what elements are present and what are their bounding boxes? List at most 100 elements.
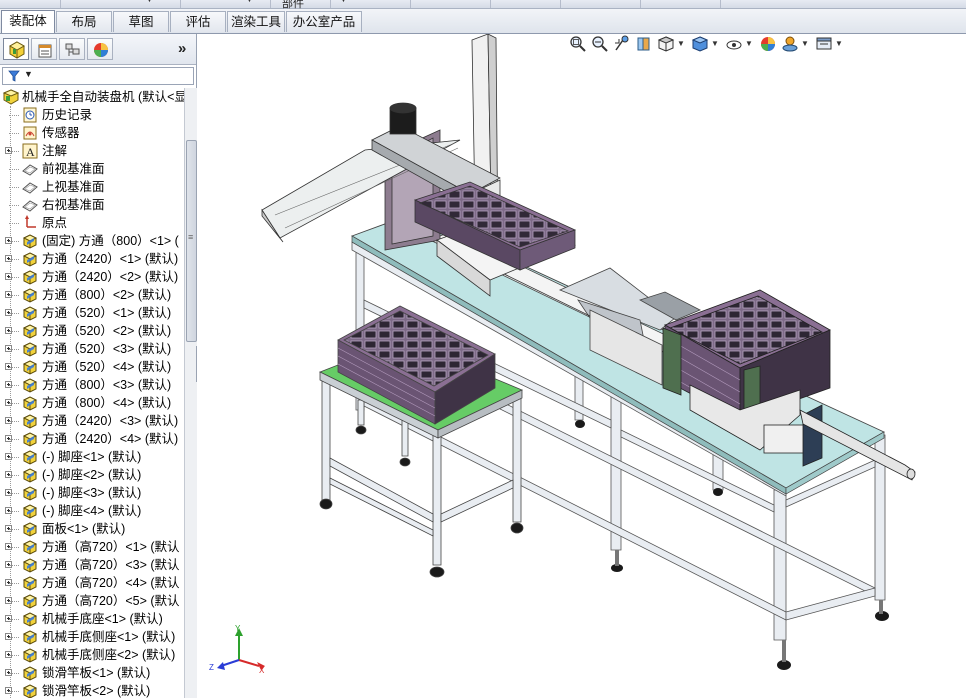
tree-filter[interactable]: ▼ — [2, 67, 194, 85]
tree-item[interactable]: 方通（高720）<4> (默认 — [0, 574, 184, 592]
tree-item-label: 方通（高720）<3> (默认 — [42, 558, 180, 572]
sensor-icon — [21, 124, 39, 142]
tree-item[interactable]: 方通（2420）<3> (默认) — [0, 412, 184, 430]
tree-item-label: 前视基准面 — [42, 162, 105, 176]
tree-item[interactable]: 方通（800）<4> (默认) — [0, 394, 184, 412]
tree-scrollbar-thumb[interactable]: ≡ — [186, 140, 197, 342]
tree-item[interactable]: (固定) 方通（800）<1> ( — [0, 232, 184, 250]
tree-item[interactable]: (-) 脚座<4> (默认) — [0, 502, 184, 520]
part-icon — [21, 430, 39, 448]
tree-item-label: (-) 脚座<3> (默认) — [42, 486, 142, 500]
tree-root[interactable]: 机械手全自动装盘机 (默认<显 — [0, 88, 184, 106]
triad-y-label: Y — [235, 624, 241, 633]
feature-manager-panel: » ▼ 机械手全自动装盘机 (默认<显 历史记录 传感器 A 注解 前视基准面 上视基准面… — [0, 34, 197, 698]
annotation-icon: A — [21, 142, 39, 160]
tree-item[interactable]: 机械手底侧座<2> (默认) — [0, 646, 184, 664]
tree-item[interactable]: 方通（高720）<3> (默认 — [0, 556, 184, 574]
tree-item[interactable]: 方通（高720）<5> (默认 — [0, 592, 184, 610]
tree-item[interactable]: A 注解 — [0, 142, 184, 160]
tab-render-tools[interactable]: 渲染工具 — [227, 11, 285, 32]
part-icon — [21, 592, 39, 610]
tree-item[interactable]: 传感器 — [0, 124, 184, 142]
tree-item-label: 方通（800）<2> (默认) — [42, 288, 172, 302]
tree-item[interactable]: 面板<1> (默认) — [0, 520, 184, 538]
feature-manager-tab[interactable] — [3, 38, 29, 60]
tree-item-label: 锁滑竿板<1> (默认) — [42, 666, 151, 680]
part-icon — [21, 538, 39, 556]
tree-item[interactable]: (-) 脚座<3> (默认) — [0, 484, 184, 502]
display-manager-tab[interactable] — [87, 38, 113, 60]
tree-item[interactable]: 原点 — [0, 214, 184, 232]
triad-x-label: X — [259, 666, 265, 674]
tree-item[interactable]: 锁滑竿板<1> (默认) — [0, 664, 184, 682]
tree-item-label: 传感器 — [42, 126, 80, 140]
part-icon — [21, 628, 39, 646]
tab-layout[interactable]: 布局 — [56, 11, 112, 32]
filter-icon[interactable] — [8, 70, 20, 82]
tree-item-label: 注解 — [42, 144, 68, 158]
dropdown-arrow-icon[interactable]: ▼ — [340, 0, 347, 4]
machine-3d-model[interactable] — [197, 34, 966, 698]
tree-item[interactable]: 机械手底座<1> (默认) — [0, 610, 184, 628]
part-icon — [21, 268, 39, 286]
part-icon — [21, 286, 39, 304]
tree-item-label: 方通（2420）<2> (默认) — [42, 270, 179, 284]
tree-item[interactable]: 方通（高720）<1> (默认 — [0, 538, 184, 556]
tree-item[interactable]: (-) 脚座<2> (默认) — [0, 466, 184, 484]
tree-item[interactable]: 右视基准面 — [0, 196, 184, 214]
command-manager-remnant: 部件 ▼ ▼ ▼ — [0, 0, 966, 10]
tree-item[interactable]: 方通（520）<3> (默认) — [0, 340, 184, 358]
tree-item[interactable]: 方通（2420）<4> (默认) — [0, 430, 184, 448]
property-manager-tab[interactable] — [31, 38, 57, 60]
tree-item[interactable]: 锁滑竿板<2> (默认) — [0, 682, 184, 698]
configuration-manager-tab[interactable] — [59, 38, 85, 60]
tab-assembly[interactable]: 装配体 — [1, 10, 55, 33]
part-icon — [21, 466, 39, 484]
tree-item[interactable]: (-) 脚座<1> (默认) — [0, 448, 184, 466]
tree-item-label: (固定) 方通（800）<1> ( — [42, 234, 179, 248]
tree-item-label: 面板<1> (默认) — [42, 522, 126, 536]
filter-dropdown-icon[interactable]: ▼ — [24, 69, 33, 79]
dropdown-arrow-icon[interactable]: ▼ — [246, 0, 253, 4]
tree-item[interactable]: 历史记录 — [0, 106, 184, 124]
tree-scrollbar[interactable]: ≡ — [184, 88, 197, 698]
tree-item-label: (-) 脚座<1> (默认) — [42, 450, 142, 464]
tree-item[interactable]: 方通（520）<4> (默认) — [0, 358, 184, 376]
part-icon — [21, 250, 39, 268]
part-icon — [21, 358, 39, 376]
part-icon — [21, 646, 39, 664]
tree-item[interactable]: 方通（2420）<1> (默认) — [0, 250, 184, 268]
tree-item[interactable]: 机械手底侧座<1> (默认) — [0, 628, 184, 646]
dropdown-arrow-icon[interactable]: ▼ — [146, 0, 153, 4]
part-icon — [21, 610, 39, 628]
tree-item[interactable]: 方通（520）<1> (默认) — [0, 304, 184, 322]
tree-item-label: 机械手底侧座<2> (默认) — [42, 648, 176, 662]
part-icon — [21, 556, 39, 574]
graphics-area[interactable]: ▼ ▼ ▼ ▼ ▼ Y X Z — [197, 34, 966, 698]
tree-item[interactable]: 方通（800）<3> (默认) — [0, 376, 184, 394]
tab-evaluate[interactable]: 评估 — [170, 11, 226, 32]
tree-item[interactable]: 方通（520）<2> (默认) — [0, 322, 184, 340]
origin-icon — [21, 214, 39, 232]
part-icon — [21, 484, 39, 502]
assembly-icon — [2, 89, 20, 105]
tree-item-label: 机械手底座<1> (默认) — [42, 612, 163, 626]
tree-item-label: 方通（800）<4> (默认) — [42, 396, 172, 410]
history-icon — [21, 106, 39, 124]
part-icon — [21, 304, 39, 322]
panel-more-button[interactable]: » — [178, 40, 186, 57]
part-icon — [21, 502, 39, 520]
part-icon — [21, 682, 39, 698]
plane-icon — [21, 160, 39, 178]
tree-item[interactable]: 前视基准面 — [0, 160, 184, 178]
part-icon — [21, 664, 39, 682]
tree-item[interactable]: 上视基准面 — [0, 178, 184, 196]
tree-item[interactable]: 方通（800）<2> (默认) — [0, 286, 184, 304]
part-icon — [21, 412, 39, 430]
tree-item[interactable]: 方通（2420）<2> (默认) — [0, 268, 184, 286]
tab-office-products[interactable]: 办公室产品 — [286, 11, 362, 32]
tree-item-label: 方通（520）<4> (默认) — [42, 360, 172, 374]
part-icon — [21, 376, 39, 394]
tab-sketch[interactable]: 草图 — [113, 11, 169, 32]
tree-item-label: (-) 脚座<2> (默认) — [42, 468, 142, 482]
